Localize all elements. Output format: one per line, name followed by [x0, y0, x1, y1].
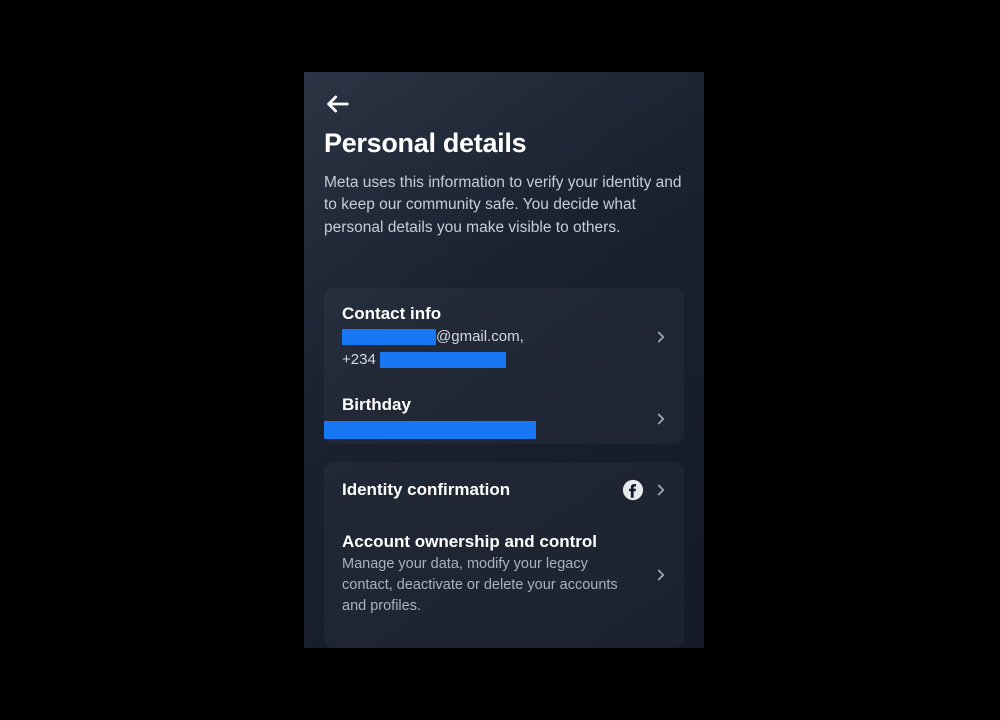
facebook-icon: [622, 479, 644, 501]
contact-info-title: Contact info: [342, 304, 638, 324]
settings-screen: Personal details Meta uses this informat…: [304, 72, 704, 648]
row-identity-confirmation[interactable]: Identity confirmation: [324, 462, 684, 518]
page-title: Personal details: [324, 128, 526, 159]
birthday-title: Birthday: [324, 395, 638, 415]
row-account-ownership[interactable]: Account ownership and control Manage you…: [324, 518, 684, 631]
phone-prefix: +234: [342, 351, 376, 368]
ownership-title: Account ownership and control: [342, 532, 638, 552]
arrow-left-icon: [324, 90, 352, 118]
redacted-email-name: [342, 329, 436, 345]
card-contact-birthday: Contact info @gmail.com, +234 Birthday: [324, 288, 684, 444]
card-identity-ownership: Identity confirmation Account ownership …: [324, 462, 684, 648]
redacted-birthday-value: [324, 421, 536, 439]
page-subtitle: Meta uses this information to verify you…: [324, 172, 684, 239]
redacted-phone-number: [380, 352, 506, 368]
row-contact-info[interactable]: Contact info @gmail.com, +234: [324, 288, 684, 385]
chevron-right-icon: [652, 566, 670, 584]
ownership-subtitle: Manage your data, modify your legacy con…: [342, 554, 638, 617]
identity-title: Identity confirmation: [342, 480, 638, 500]
back-button[interactable]: [324, 90, 352, 118]
chevron-right-icon: [652, 410, 670, 428]
chevron-right-icon: [652, 481, 670, 499]
chevron-right-icon: [652, 328, 670, 346]
email-suffix: @gmail.com,: [436, 328, 524, 345]
contact-info-value: @gmail.com, +234: [342, 326, 638, 371]
row-birthday[interactable]: Birthday: [324, 385, 684, 453]
